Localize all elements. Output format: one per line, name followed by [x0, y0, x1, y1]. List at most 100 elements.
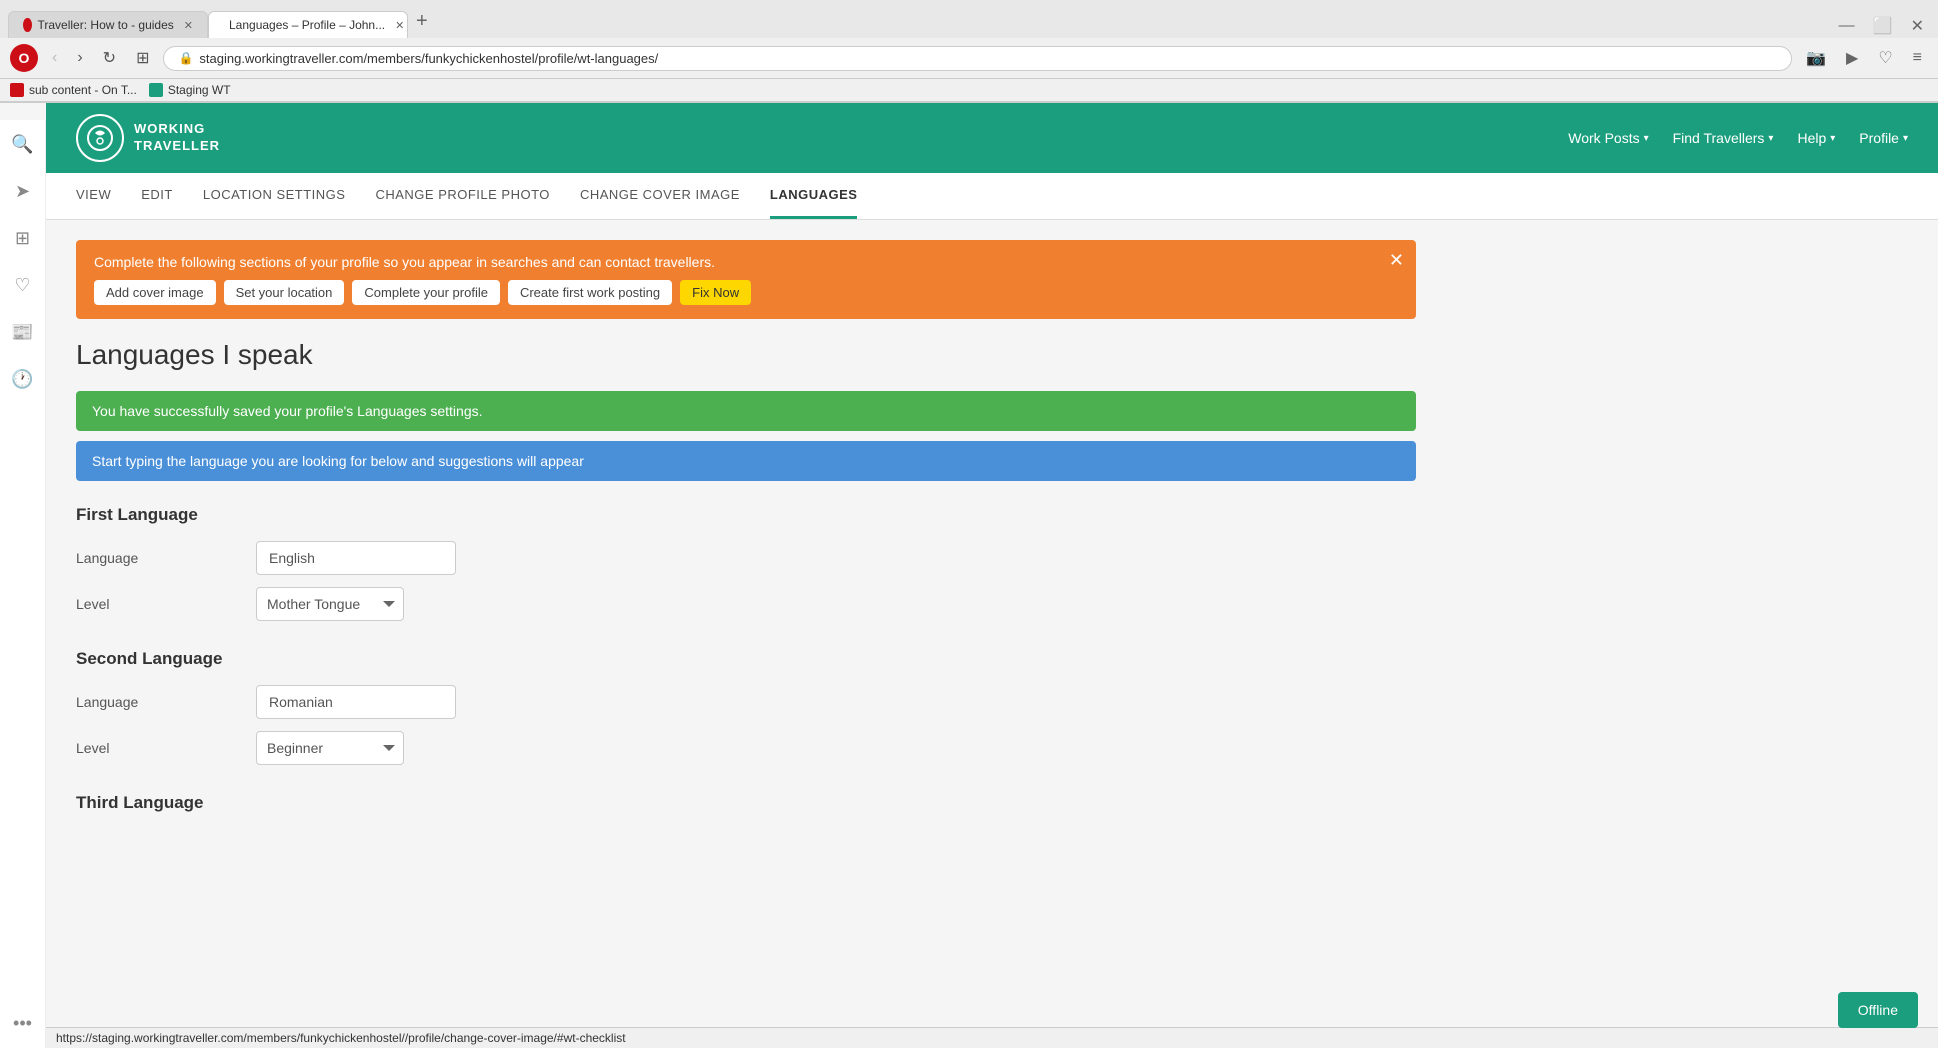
- info-message: Start typing the language you are lookin…: [92, 453, 584, 469]
- menu-icon[interactable]: ≡: [1907, 47, 1928, 69]
- maximize-window-button[interactable]: ⬜: [1867, 14, 1899, 38]
- success-banner: You have successfully saved your profile…: [76, 391, 1416, 431]
- new-tab-button[interactable]: +: [408, 11, 436, 31]
- site-header: WORKING TRAVELLER Work Posts ▾ Find Trav…: [46, 103, 1938, 173]
- browser-tab-2[interactable]: Languages – Profile – John... ✕: [208, 11, 408, 38]
- browser-chrome: Traveller: How to - guides ✕ Languages –…: [0, 0, 1938, 103]
- second-language-section: Second Language Language Level Mother To…: [76, 649, 1416, 765]
- tab-label-2: Languages – Profile – John...: [229, 18, 385, 32]
- add-cover-image-button[interactable]: Add cover image: [94, 280, 216, 305]
- tab-close-1[interactable]: ✕: [184, 19, 193, 32]
- tab-label-1: Traveller: How to - guides: [38, 18, 174, 32]
- second-level-label: Level: [76, 740, 256, 756]
- left-sidebar: 🔍 ➤ ⊞ ♡ 📰 🕐 •••: [0, 120, 46, 1048]
- first-language-row: Language: [76, 541, 1416, 575]
- profile-nav-change-cover-image[interactable]: CHANGE COVER IMAGE: [580, 173, 740, 219]
- camera-icon[interactable]: 📷: [1800, 46, 1832, 70]
- sidebar-history-icon[interactable]: 🕐: [7, 365, 37, 394]
- first-language-title: First Language: [76, 505, 1416, 525]
- success-message: You have successfully saved your profile…: [92, 403, 483, 419]
- logo-text: WORKING TRAVELLER: [134, 121, 220, 155]
- nav-help[interactable]: Help ▾: [1797, 130, 1835, 146]
- page-title: Languages I speak: [76, 339, 1416, 371]
- main-content: Complete the following sections of your …: [46, 220, 1446, 861]
- chevron-down-icon: ▾: [1903, 133, 1908, 144]
- second-language-input[interactable]: [256, 685, 456, 719]
- bookmark-staging-wt[interactable]: Staging WT: [149, 83, 231, 97]
- profile-nav: VIEW EDIT LOCATION SETTINGS CHANGE PROFI…: [46, 173, 1938, 220]
- sidebar-apps-icon[interactable]: ⊞: [11, 224, 34, 253]
- chevron-down-icon: ▾: [1768, 133, 1773, 144]
- tab-grid-button[interactable]: ⊞: [130, 46, 155, 70]
- first-level-row: Level Mother Tongue Advanced Intermediat…: [76, 587, 1416, 621]
- complete-profile-button[interactable]: Complete your profile: [352, 280, 500, 305]
- second-language-row: Language: [76, 685, 1416, 719]
- nav-profile[interactable]: Profile ▾: [1859, 130, 1908, 146]
- url-input[interactable]: [199, 51, 1777, 66]
- browser-tabs: Traveller: How to - guides ✕ Languages –…: [0, 0, 1938, 38]
- profile-nav-location-settings[interactable]: LOCATION SETTINGS: [203, 173, 346, 219]
- sidebar-send-icon[interactable]: ➤: [11, 177, 34, 206]
- third-language-title: Third Language: [76, 793, 1416, 813]
- sidebar-search-icon[interactable]: 🔍: [7, 130, 37, 159]
- first-language-label: Language: [76, 550, 256, 566]
- site-nav: Work Posts ▾ Find Travellers ▾ Help ▾ Pr…: [1568, 130, 1908, 146]
- titlebar-controls: — ⬜ ✕: [1833, 14, 1930, 38]
- profile-nav-languages[interactable]: LANGUAGES: [770, 173, 858, 219]
- first-level-label: Level: [76, 596, 256, 612]
- bookmark-label-staging: Staging WT: [168, 83, 231, 97]
- status-url: https://staging.workingtraveller.com/mem…: [56, 1031, 626, 1045]
- sidebar-heart-icon[interactable]: ♡: [10, 271, 34, 300]
- sidebar-news-icon[interactable]: 📰: [7, 318, 37, 347]
- logo-icon: [76, 114, 124, 162]
- profile-nav-edit[interactable]: EDIT: [141, 173, 173, 219]
- bookmark-favicon-sub: [10, 83, 24, 97]
- site-logo: WORKING TRAVELLER: [76, 114, 220, 162]
- bookmark-sub-content[interactable]: sub content - On T...: [10, 83, 137, 97]
- tab-close-2[interactable]: ✕: [395, 19, 404, 32]
- chevron-down-icon: ▾: [1644, 133, 1649, 144]
- offline-label: Offline: [1858, 1002, 1898, 1018]
- sidebar-more-icon[interactable]: •••: [9, 1009, 36, 1038]
- first-language-section: First Language Language Level Mother Ton…: [76, 505, 1416, 621]
- banner-close-button[interactable]: ✕: [1389, 250, 1404, 271]
- address-bar[interactable]: 🔒: [163, 46, 1792, 71]
- set-location-button[interactable]: Set your location: [224, 280, 345, 305]
- offline-badge[interactable]: Offline: [1838, 992, 1918, 1028]
- close-window-button[interactable]: ✕: [1905, 14, 1930, 38]
- notification-message: Complete the following sections of your …: [94, 254, 1398, 270]
- second-language-title: Second Language: [76, 649, 1416, 669]
- tab-favicon-opera: [23, 18, 32, 32]
- second-language-label: Language: [76, 694, 256, 710]
- second-level-row: Level Mother Tongue Advanced Intermediat…: [76, 731, 1416, 765]
- third-language-section: Third Language: [76, 793, 1416, 813]
- profile-nav-change-profile-photo[interactable]: CHANGE PROFILE PHOTO: [375, 173, 549, 219]
- ssl-lock-icon: 🔒: [178, 51, 193, 65]
- bookmark-favicon-wt2: [149, 83, 163, 97]
- info-banner: Start typing the language you are lookin…: [76, 441, 1416, 481]
- profile-nav-view[interactable]: VIEW: [76, 173, 111, 219]
- back-button[interactable]: ‹: [46, 47, 63, 69]
- minimize-window-button[interactable]: —: [1833, 14, 1861, 38]
- status-bar: https://staging.workingtraveller.com/mem…: [46, 1027, 1938, 1048]
- banner-actions: Add cover image Set your location Comple…: [94, 280, 1398, 305]
- reload-button[interactable]: ↻: [97, 46, 122, 70]
- browser-tab-1[interactable]: Traveller: How to - guides ✕: [8, 11, 208, 38]
- forward-button[interactable]: ›: [71, 47, 88, 69]
- browser-toolbar: O ‹ › ↻ ⊞ 🔒 📷 ▶ ♡ ≡: [0, 38, 1938, 79]
- page-wrapper: WORKING TRAVELLER Work Posts ▾ Find Trav…: [46, 103, 1938, 861]
- feed-icon[interactable]: ▶: [1840, 46, 1864, 70]
- first-language-input[interactable]: [256, 541, 456, 575]
- fix-now-button[interactable]: Fix Now: [680, 280, 751, 305]
- nav-work-posts[interactable]: Work Posts ▾: [1568, 130, 1648, 146]
- opera-logo: O: [10, 44, 38, 72]
- chevron-down-icon: ▾: [1830, 133, 1835, 144]
- bookmark-label-sub: sub content - On T...: [29, 83, 137, 97]
- bookmark-icon[interactable]: ♡: [1872, 46, 1898, 70]
- first-level-select[interactable]: Mother Tongue Advanced Intermediate Begi…: [256, 587, 404, 621]
- second-level-select[interactable]: Mother Tongue Advanced Intermediate Begi…: [256, 731, 404, 765]
- nav-find-travellers[interactable]: Find Travellers ▾: [1673, 130, 1774, 146]
- notification-banner: Complete the following sections of your …: [76, 240, 1416, 319]
- create-work-posting-button[interactable]: Create first work posting: [508, 280, 672, 305]
- browser-bookmarks: sub content - On T... Staging WT: [0, 79, 1938, 102]
